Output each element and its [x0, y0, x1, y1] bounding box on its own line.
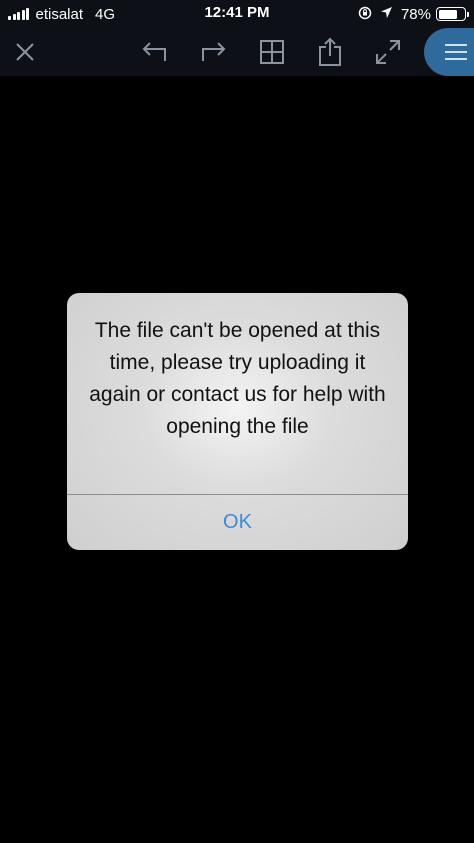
alert-dialog: The file can't be opened at this time, p…	[67, 293, 408, 550]
redo-icon	[202, 42, 226, 61]
status-right: 78%	[358, 4, 469, 24]
fullscreen-button[interactable]	[372, 36, 404, 68]
fullscreen-icon	[376, 40, 400, 64]
toolbar	[0, 28, 474, 76]
battery-icon	[436, 7, 469, 21]
menu-icon	[445, 44, 467, 60]
undo-button[interactable]	[139, 36, 171, 68]
share-button[interactable]	[314, 36, 346, 68]
app-screen: etisalat 4G 12:41 PM 78% The file can't …	[0, 0, 474, 843]
grid-icon	[260, 40, 284, 64]
menu-button[interactable]	[424, 28, 474, 76]
share-icon	[319, 37, 341, 66]
ok-button[interactable]: OK	[67, 495, 408, 550]
undo-icon	[142, 42, 166, 61]
status-bar: etisalat 4G 12:41 PM 78%	[0, 0, 474, 28]
grid-button[interactable]	[256, 36, 288, 68]
dialog-message: The file can't be opened at this time, p…	[89, 319, 386, 438]
close-button[interactable]	[9, 36, 41, 68]
redo-button[interactable]	[197, 36, 229, 68]
battery-cap	[467, 11, 469, 17]
battery-percent: 78%	[400, 5, 431, 23]
battery-fill	[438, 9, 458, 19]
rotation-lock-icon	[358, 6, 372, 23]
close-icon	[16, 43, 34, 61]
location-arrow-icon	[380, 6, 393, 22]
